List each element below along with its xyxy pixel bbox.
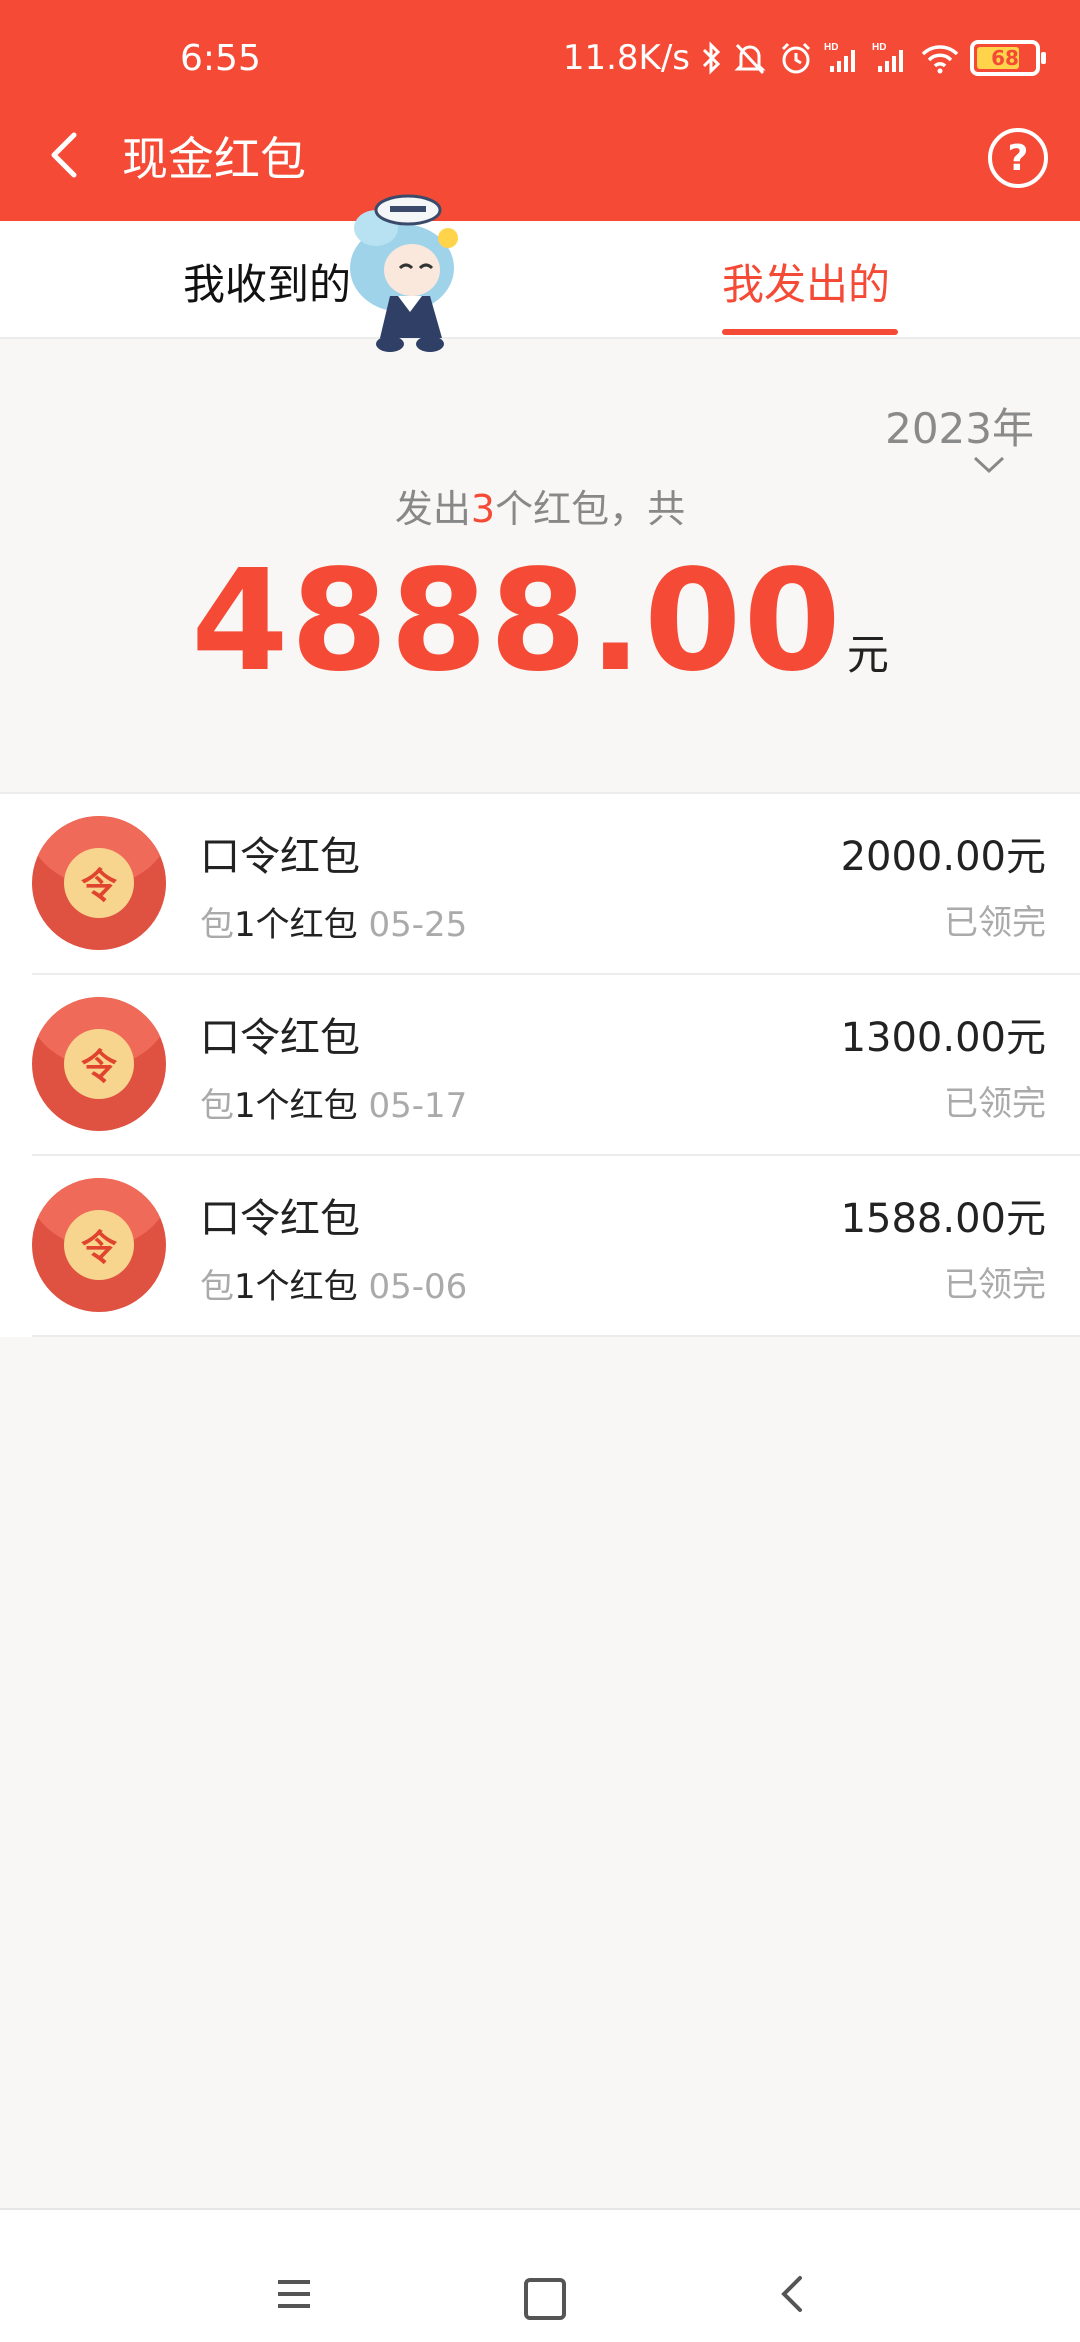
active-tab-indicator [722,329,898,335]
red-envelope-icon: 令 [32,816,166,950]
year-selector[interactable]: 2023年 [885,395,1034,456]
tab-sent[interactable]: 我发出的 [722,251,890,312]
packet-status: 已领完 [944,1265,1046,1305]
red-envelope-icon: 令 [32,997,166,1131]
packet-sub: 包1个红包 05-17 [200,1086,468,1126]
home-icon[interactable] [524,2278,566,2320]
tab-bar: 我收到的 我发出的 [0,221,1080,339]
question-icon: ? [1007,137,1029,179]
app-header: 6:55 11.8K/s HD HD 68 现金红包 ? [0,0,1080,221]
red-envelope-icon: 令 [32,1178,166,1312]
summary-suffix: 个红包，共 [495,487,686,531]
total-unit: 元 [846,630,889,679]
summary-text: 发出3个红包，共 [0,478,1080,533]
summary-prefix: 发出 [394,487,471,531]
status-bar: 6:55 11.8K/s HD HD 68 [0,0,1080,120]
system-nav-bar [0,2208,1080,2342]
packet-amount: 1300.00元 [840,1015,1046,1061]
packet-status: 已领完 [944,1084,1046,1124]
signal-hd-icon: HD [824,40,862,76]
chevron-down-icon[interactable] [972,455,1006,475]
packet-amount: 2000.00元 [840,834,1046,880]
total-amount: 4888.00元 [0,540,1080,703]
status-icons: 11.8K/s HD HD 68 [562,38,1046,78]
packet-sub: 包1个红包 05-25 [200,905,468,945]
packet-count: 3 [470,487,496,531]
packet-name: 口令红包 [200,1015,360,1061]
back-arrow-icon [51,132,77,178]
mute-bell-icon [732,40,768,76]
battery-level: 68 [991,46,1019,70]
alarm-icon [778,40,814,76]
list-item[interactable]: 令 口令红包 包1个红包 05-25 2000.00元 已领完 [0,794,1080,975]
packet-name: 口令红包 [200,834,360,880]
wifi-icon [920,40,960,76]
svg-text:HD: HD [824,42,838,53]
page-title: 现金红包 [122,132,306,186]
packet-status: 已领完 [944,903,1046,943]
back-button[interactable] [40,125,92,185]
help-button[interactable]: ? [988,128,1048,188]
list-item[interactable]: 令 口令红包 包1个红包 05-06 1588.00元 已领完 [0,1156,1080,1337]
battery-icon: 68 [970,40,1046,76]
nav-back-icon[interactable] [776,2272,810,2316]
total-value: 4888.00 [191,540,843,703]
list-item[interactable]: 令 口令红包 包1个红包 05-17 1300.00元 已领完 [0,975,1080,1156]
red-packet-list: 令 口令红包 包1个红包 05-25 2000.00元 已领完 令 口令红包 包… [0,792,1080,1337]
tab-received[interactable]: 我收到的 [183,251,351,312]
bluetooth-icon [700,40,722,76]
packet-sub: 包1个红包 05-06 [200,1267,468,1307]
net-speed: 11.8K/s [562,38,690,78]
status-time: 6:55 [180,38,261,79]
mascot-sticker[interactable] [330,188,480,358]
signal-hd-icon-2: HD [872,40,910,76]
packet-amount: 1588.00元 [840,1196,1046,1242]
menu-icon[interactable] [274,2278,314,2310]
packet-name: 口令红包 [200,1196,360,1242]
svg-text:HD: HD [872,42,886,53]
